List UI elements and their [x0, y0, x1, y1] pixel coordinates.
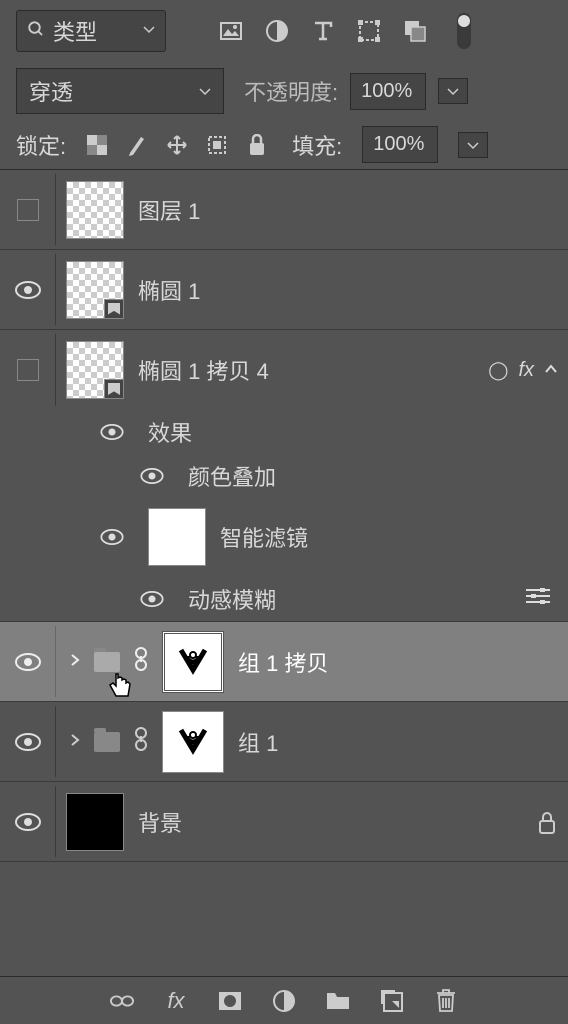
color-overlay-label: 颜色叠加: [188, 460, 276, 492]
folder-icon: [94, 732, 120, 752]
fx-indicator[interactable]: fx: [518, 359, 534, 382]
effect-item-row[interactable]: 颜色叠加: [0, 454, 568, 498]
fill-label: 填充:: [292, 129, 342, 161]
link-icon[interactable]: [134, 727, 148, 756]
opacity-dropdown-button[interactable]: [438, 78, 468, 104]
folder-icon: [94, 652, 120, 672]
lock-artboard-icon[interactable]: [206, 134, 228, 156]
blend-mode-dropdown[interactable]: 穿透: [16, 68, 224, 114]
blend-mode-value: 穿透: [29, 75, 73, 107]
eye-icon: [15, 281, 41, 299]
filter-item-row[interactable]: 动感模糊: [0, 576, 568, 622]
layer-visibility-toggle[interactable]: [0, 334, 56, 406]
link-layers-button[interactable]: [110, 989, 134, 1013]
search-icon: [27, 20, 45, 43]
fill-dropdown-button[interactable]: [458, 132, 488, 158]
layer-visibility-toggle[interactable]: [0, 254, 56, 325]
delete-layer-button[interactable]: [434, 989, 458, 1013]
lock-transparency-icon[interactable]: [86, 134, 108, 156]
pixel-layer-filter-icon[interactable]: [219, 19, 243, 43]
eye-icon[interactable]: [140, 591, 164, 607]
smart-filters-row[interactable]: 智能滤镜: [0, 498, 568, 576]
blend-indicator-icon: ◯: [488, 360, 508, 381]
layer-visibility-toggle[interactable]: [0, 786, 56, 857]
filter-type-dropdown[interactable]: 类型: [16, 10, 166, 52]
expand-group-icon[interactable]: [70, 653, 80, 670]
eye-icon[interactable]: [100, 424, 124, 440]
filter-blending-options-icon[interactable]: [526, 587, 550, 610]
lock-all-icon[interactable]: [246, 134, 268, 156]
layer-row[interactable]: 背景: [0, 782, 568, 862]
expand-group-icon[interactable]: [70, 733, 80, 750]
chevron-down-icon: [199, 85, 211, 97]
smart-object-filter-icon[interactable]: [403, 19, 427, 43]
layer-name: 椭圆 1: [138, 274, 200, 306]
collapse-fx-button[interactable]: [544, 360, 558, 381]
layer-name: 组 1 拷贝: [238, 646, 328, 678]
layer-row[interactable]: 椭圆 1 拷贝 4 ◯ fx: [0, 330, 568, 410]
eye-icon: [15, 733, 41, 751]
type-layer-filter-icon[interactable]: [311, 19, 335, 43]
add-layer-mask-button[interactable]: [218, 989, 242, 1013]
layer-row[interactable]: 椭圆 1: [0, 250, 568, 330]
opacity-value-input[interactable]: 100%: [350, 73, 426, 110]
new-group-button[interactable]: [326, 989, 350, 1013]
visibility-empty-icon: [17, 359, 39, 381]
add-adjustment-layer-button[interactable]: [272, 989, 296, 1013]
opacity-label: 不透明度:: [244, 75, 338, 107]
filter-mask-thumbnail[interactable]: [148, 508, 206, 566]
new-layer-button[interactable]: [380, 989, 404, 1013]
layer-visibility-toggle[interactable]: [0, 174, 56, 245]
add-layer-style-button[interactable]: fx: [164, 989, 188, 1013]
lock-icon[interactable]: [538, 812, 558, 832]
eye-icon[interactable]: [100, 529, 124, 545]
eye-icon[interactable]: [140, 468, 164, 484]
layer-thumbnail[interactable]: [66, 261, 124, 319]
layer-row[interactable]: 组 1 拷贝: [0, 622, 568, 702]
lock-pixels-icon[interactable]: [126, 134, 148, 156]
lock-label: 锁定:: [16, 129, 66, 161]
smart-object-thumbnail[interactable]: [162, 631, 224, 693]
smart-object-badge-icon: [104, 379, 124, 399]
eye-icon: [15, 653, 41, 671]
layer-visibility-toggle[interactable]: [0, 626, 56, 697]
shape-layer-filter-icon[interactable]: [357, 19, 381, 43]
layer-thumbnail[interactable]: [66, 181, 124, 239]
layer-visibility-toggle[interactable]: [0, 706, 56, 777]
layer-row[interactable]: 图层 1: [0, 170, 568, 250]
layer-row[interactable]: 组 1: [0, 702, 568, 782]
lock-position-icon[interactable]: [166, 134, 188, 156]
link-icon[interactable]: [134, 647, 148, 676]
layer-name: 背景: [138, 806, 182, 838]
filter-toggle-switch[interactable]: [457, 13, 471, 49]
filter-type-label: 类型: [53, 15, 135, 47]
layer-thumbnail[interactable]: [66, 793, 124, 851]
smart-object-badge-icon: [104, 299, 124, 319]
visibility-empty-icon: [17, 199, 39, 221]
layer-name: 椭圆 1 拷贝 4: [138, 354, 269, 386]
chevron-down-icon: [143, 22, 155, 40]
layer-thumbnail[interactable]: [66, 341, 124, 399]
effects-label: 效果: [148, 416, 192, 448]
layer-name: 图层 1: [138, 194, 200, 226]
fill-value-input[interactable]: 100%: [362, 126, 438, 163]
eye-icon: [15, 813, 41, 831]
smart-filters-label: 智能滤镜: [220, 521, 308, 553]
effects-header-row[interactable]: 效果: [0, 410, 568, 454]
adjustment-layer-filter-icon[interactable]: [265, 19, 289, 43]
motion-blur-label: 动感模糊: [188, 583, 276, 615]
smart-object-thumbnail[interactable]: [162, 711, 224, 773]
layer-name: 组 1: [238, 726, 278, 758]
